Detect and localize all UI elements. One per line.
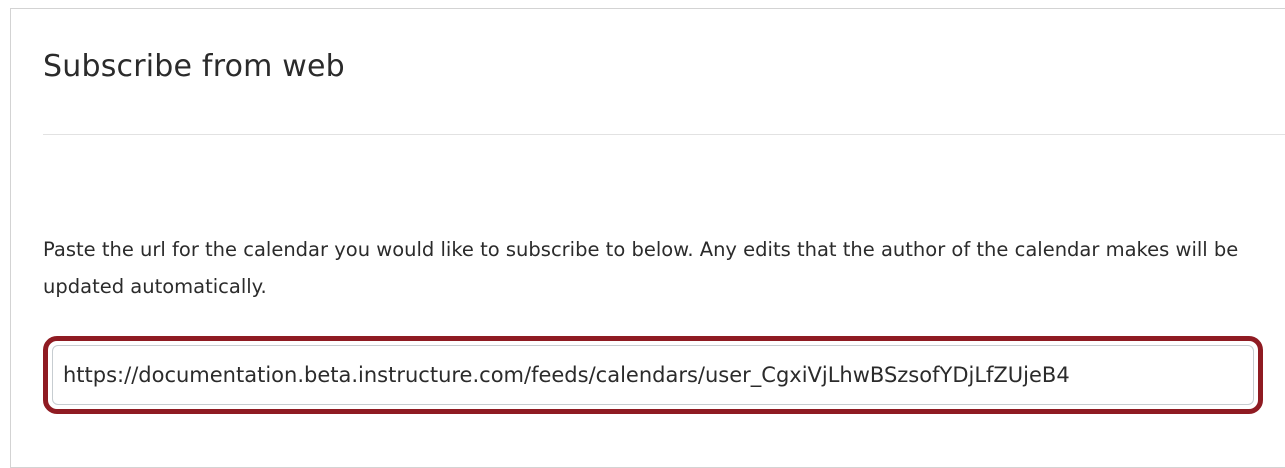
title-divider	[43, 134, 1285, 135]
dialog-title: Subscribe from web	[43, 49, 345, 84]
instructions-text: Paste the url for the calendar you would…	[43, 238, 1239, 298]
subscribe-dialog: Subscribe from web Paste the url for the…	[10, 8, 1285, 468]
calendar-url-input[interactable]	[52, 345, 1254, 405]
url-input-highlight	[43, 336, 1263, 414]
